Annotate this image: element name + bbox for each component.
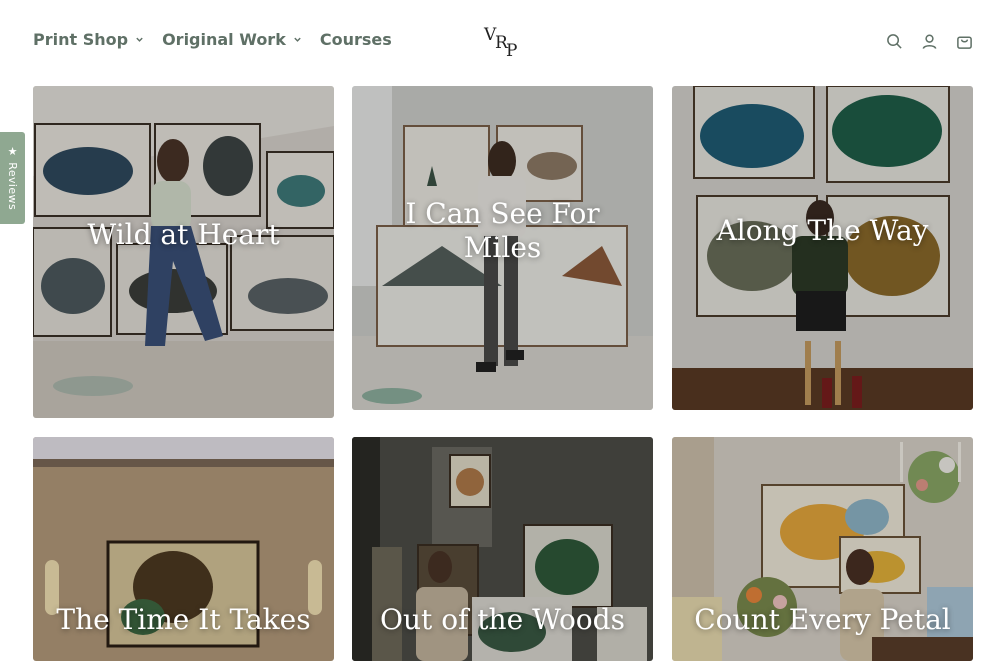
svg-text:P: P: [506, 41, 517, 61]
search-icon[interactable]: [884, 31, 904, 51]
nav-original-work-label: Original Work: [162, 30, 286, 49]
cart-icon[interactable]: [954, 31, 974, 51]
nav-courses[interactable]: Courses: [320, 30, 392, 49]
collection-title: Out of the Woods: [380, 603, 625, 636]
image-overlay: [672, 86, 973, 410]
image-overlay: [33, 86, 334, 418]
collection-title: Wild at Heart: [87, 218, 280, 251]
collection-card-the-time-it-takes[interactable]: The Time It Takes: [33, 437, 334, 661]
reviews-tab[interactable]: ★ Reviews: [0, 132, 25, 224]
nav-original-work[interactable]: Original Work: [162, 30, 302, 49]
collection-title: Along The Way: [716, 214, 929, 247]
nav-courses-label: Courses: [319, 30, 392, 49]
collection-card-i-can-see-for-miles[interactable]: I Can See For Miles: [352, 86, 653, 410]
account-icon[interactable]: [919, 31, 939, 51]
site-header: Print Shop Original Work Courses V R P: [0, 0, 1000, 84]
header-actions: [869, 31, 974, 51]
collection-title: Count Every Petal: [694, 603, 951, 636]
main-nav: Print Shop Original Work Courses: [33, 30, 410, 49]
chevron-down-icon: [136, 37, 143, 42]
collection-card-wild-at-heart[interactable]: Wild at Heart: [33, 86, 334, 418]
reviews-tab-label: ★ Reviews: [6, 145, 19, 211]
brand-logo[interactable]: V R P: [482, 20, 526, 62]
chevron-down-icon: [294, 37, 301, 42]
nav-print-shop-label: Print Shop: [33, 30, 129, 49]
collection-card-count-every-petal[interactable]: Count Every Petal: [672, 437, 973, 661]
collection-card-out-of-the-woods[interactable]: Out of the Woods: [352, 437, 653, 661]
nav-print-shop[interactable]: Print Shop: [33, 30, 144, 49]
collection-title: I Can See For Miles: [405, 197, 600, 264]
collection-title: The Time It Takes: [56, 603, 311, 636]
collection-card-along-the-way[interactable]: Along The Way: [672, 86, 973, 410]
